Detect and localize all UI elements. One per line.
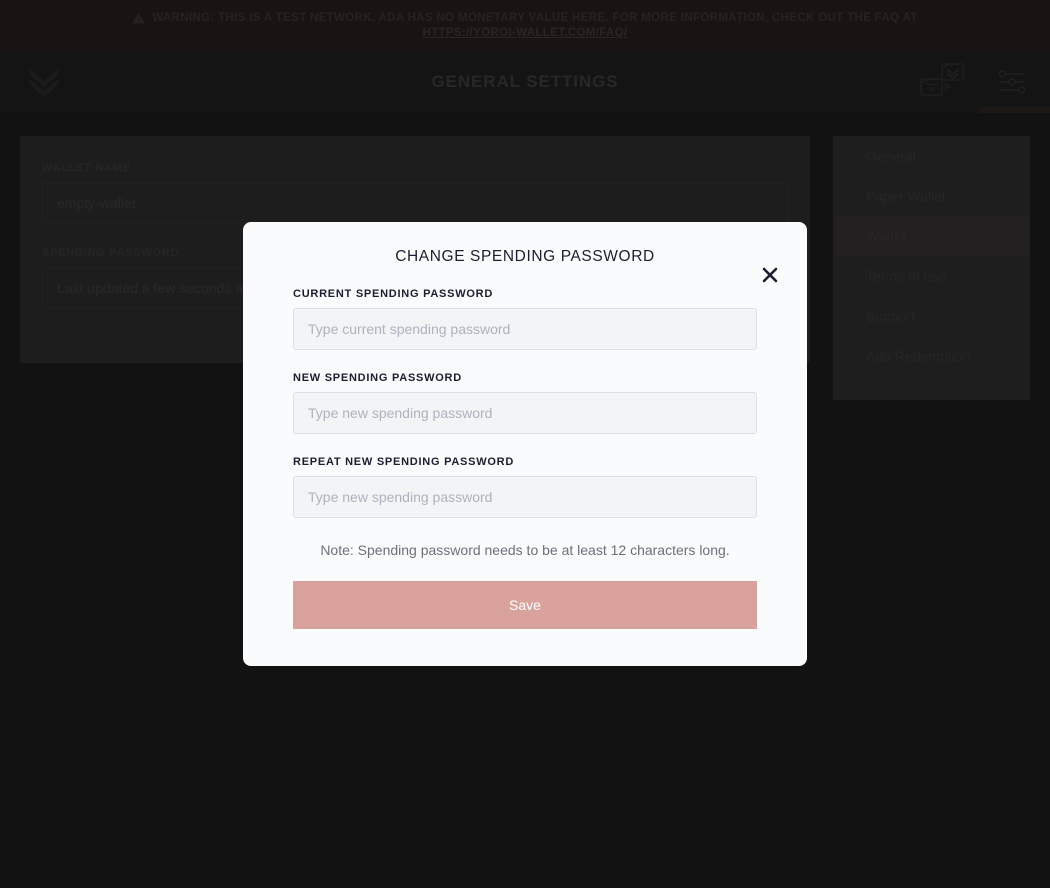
current-password-label: CURRENT SPENDING PASSWORD bbox=[293, 288, 494, 300]
app-root: WARNING: THIS IS A TEST NETWORK. ADA HAS… bbox=[0, 0, 1050, 888]
dialog-title: CHANGE SPENDING PASSWORD bbox=[395, 248, 655, 265]
close-icon[interactable] bbox=[757, 262, 783, 288]
new-password-field-group: NEW SPENDING PASSWORD bbox=[293, 372, 757, 434]
save-button[interactable]: Save bbox=[293, 581, 757, 629]
repeat-password-field-group: REPEAT NEW SPENDING PASSWORD bbox=[293, 456, 757, 518]
current-password-field-group: CURRENT SPENDING PASSWORD bbox=[293, 288, 757, 350]
current-password-input[interactable] bbox=[293, 308, 757, 350]
password-requirement-note: Note: Spending password needs to be at l… bbox=[320, 542, 730, 558]
repeat-password-input[interactable] bbox=[293, 476, 757, 518]
new-password-input[interactable] bbox=[293, 392, 757, 434]
new-password-label: NEW SPENDING PASSWORD bbox=[293, 372, 462, 384]
repeat-password-label: REPEAT NEW SPENDING PASSWORD bbox=[293, 456, 515, 468]
change-spending-password-dialog: CHANGE SPENDING PASSWORD CURRENT SPENDIN… bbox=[243, 222, 807, 666]
